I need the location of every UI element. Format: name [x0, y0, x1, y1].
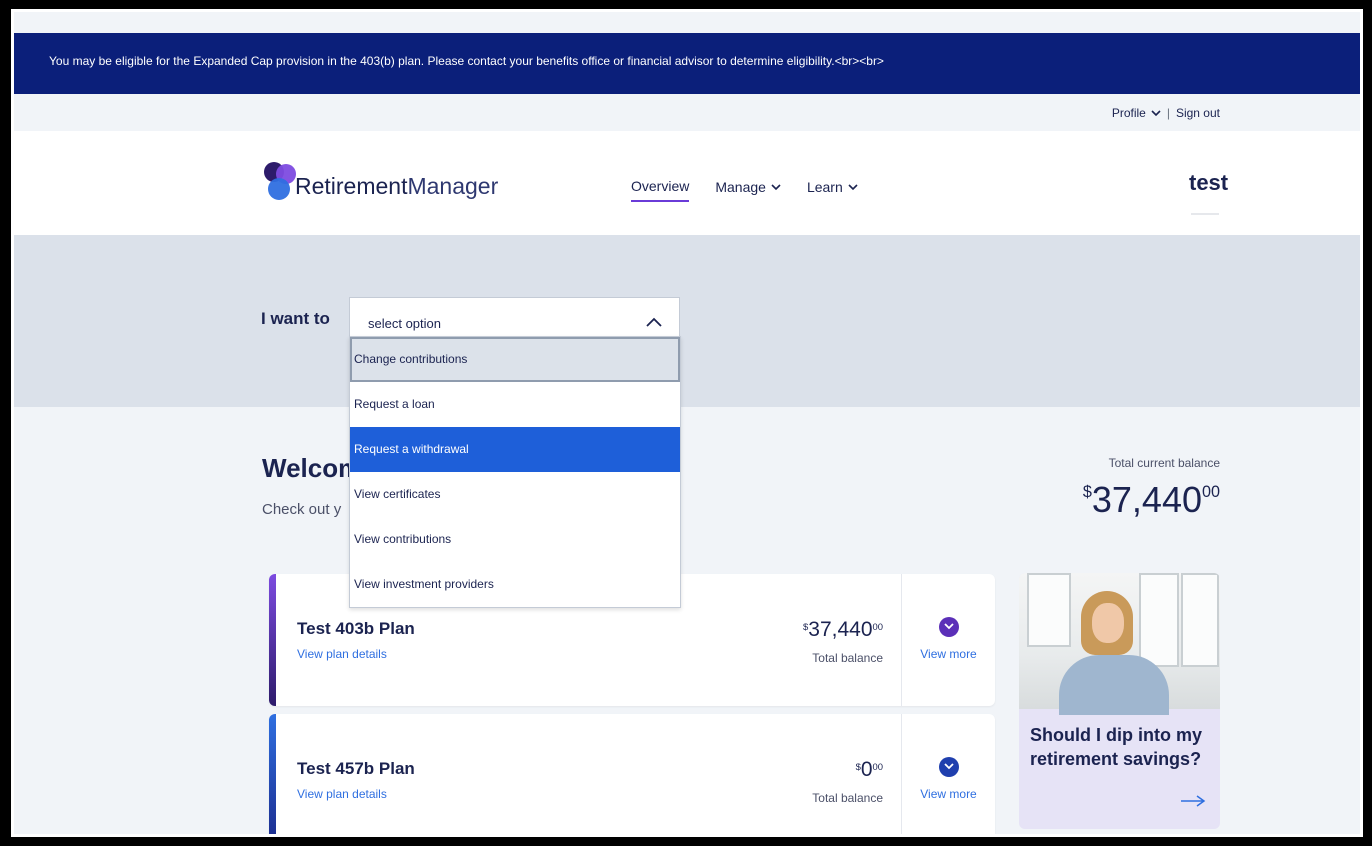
person-body — [1059, 655, 1169, 715]
site-header: RetirementManager Overview Manage Learn … — [14, 131, 1360, 235]
promo-photo — [1019, 573, 1220, 715]
window-pane — [1027, 573, 1071, 647]
nav-learn[interactable]: Learn — [807, 178, 858, 202]
chevron-up-icon — [646, 317, 662, 327]
i-want-to-label: I want to — [261, 309, 330, 328]
total-balance-value: $37,44000 — [1082, 479, 1220, 520]
person-face — [1092, 603, 1124, 643]
plan-balance-dollars: 0 — [860, 758, 873, 781]
chevron-down-circle-icon — [939, 757, 959, 777]
view-plan-details-link[interactable]: View plan details — [297, 787, 387, 801]
chevron-down-icon — [771, 183, 781, 190]
option-view-investment-providers[interactable]: View investment providers — [350, 562, 680, 607]
promo-text: Should I dip into my retirement savings? — [1030, 725, 1202, 769]
chevron-down-icon — [1151, 109, 1161, 116]
option-request-withdrawal[interactable]: Request a withdrawal — [350, 427, 680, 472]
total-balance-dollars: 37,440 — [1091, 479, 1202, 520]
option-change-contributions[interactable]: Change contributions — [350, 337, 680, 382]
view-more-button[interactable]: View more — [902, 574, 995, 706]
account-links: Profile | Sign out — [1112, 106, 1220, 120]
separator: | — [1166, 106, 1170, 120]
logo-underline — [1191, 213, 1219, 215]
option-view-certificates[interactable]: View certificates — [350, 472, 680, 517]
plan-accent-bar — [269, 574, 276, 706]
welcome-subtitle: Check out y — [262, 501, 342, 518]
welcome-heading: Welcom — [262, 453, 362, 483]
plan-balance: $000 — [855, 758, 884, 781]
sign-out-link[interactable]: Sign out — [1176, 106, 1220, 120]
option-request-loan[interactable]: Request a loan — [350, 382, 680, 427]
nav-overview-label: Overview — [631, 178, 690, 194]
nav-overview[interactable]: Overview — [631, 178, 690, 202]
eligibility-alert-banner: You may be eligible for the Expanded Cap… — [14, 33, 1360, 94]
brand-bold: Retirement — [295, 173, 408, 199]
plan-balance-dollars: 37,440 — [808, 618, 873, 641]
window-pane — [1181, 573, 1219, 667]
nav-manage[interactable]: Manage — [715, 178, 781, 202]
view-more-button[interactable]: View more — [902, 714, 995, 834]
view-more-label: View more — [920, 787, 977, 801]
utility-bar: Profile | Sign out — [14, 94, 1360, 132]
nav-manage-label: Manage — [715, 179, 766, 195]
client-logo: test — [1189, 170, 1229, 195]
promo-card[interactable]: Should I dip into my retirement savings? — [1019, 573, 1220, 829]
option-view-contributions[interactable]: View contributions — [350, 517, 680, 562]
plan-name: Test 403b Plan — [297, 619, 415, 638]
plan-balance-label: Total balance — [812, 651, 883, 665]
nav-learn-label: Learn — [806, 179, 843, 195]
plan-card-457b: Test 457b Plan View plan details $000 To… — [269, 714, 995, 834]
profile-link[interactable]: Profile — [1112, 106, 1161, 120]
window-pane — [1139, 573, 1179, 667]
plan-balance-cents: 00 — [872, 762, 884, 773]
view-plan-details-link[interactable]: View plan details — [297, 647, 387, 661]
main-nav: Overview Manage Learn — [631, 178, 858, 202]
arrow-right-icon — [1181, 795, 1206, 807]
plan-balance: $37,44000 — [803, 618, 884, 641]
chevron-down-icon — [848, 183, 858, 190]
view-more-label: View more — [920, 647, 977, 661]
dashboard-main: Welcom Check out y Total current balance… — [14, 407, 1360, 834]
brand-name[interactable]: RetirementManager — [295, 173, 498, 200]
select-placeholder: select option — [368, 316, 441, 331]
plan-balance-label: Total balance — [812, 791, 883, 805]
alert-text: You may be eligible for the Expanded Cap… — [49, 54, 884, 68]
total-balance-cents: 00 — [1201, 483, 1220, 501]
app-window: You may be eligible for the Expanded Cap… — [11, 9, 1363, 837]
plan-balance-cents: 00 — [872, 622, 884, 633]
plan-name: Test 457b Plan — [297, 759, 415, 778]
brand-light: Manager — [407, 173, 499, 199]
chevron-down-circle-icon — [939, 617, 959, 637]
profile-label: Profile — [1111, 106, 1146, 120]
total-balance-label: Total current balance — [1108, 456, 1220, 470]
plan-accent-bar — [269, 714, 276, 834]
quick-action-panel: I want to select option — [14, 235, 1360, 407]
action-options-list: Change contributions Request a loan Requ… — [349, 336, 681, 608]
